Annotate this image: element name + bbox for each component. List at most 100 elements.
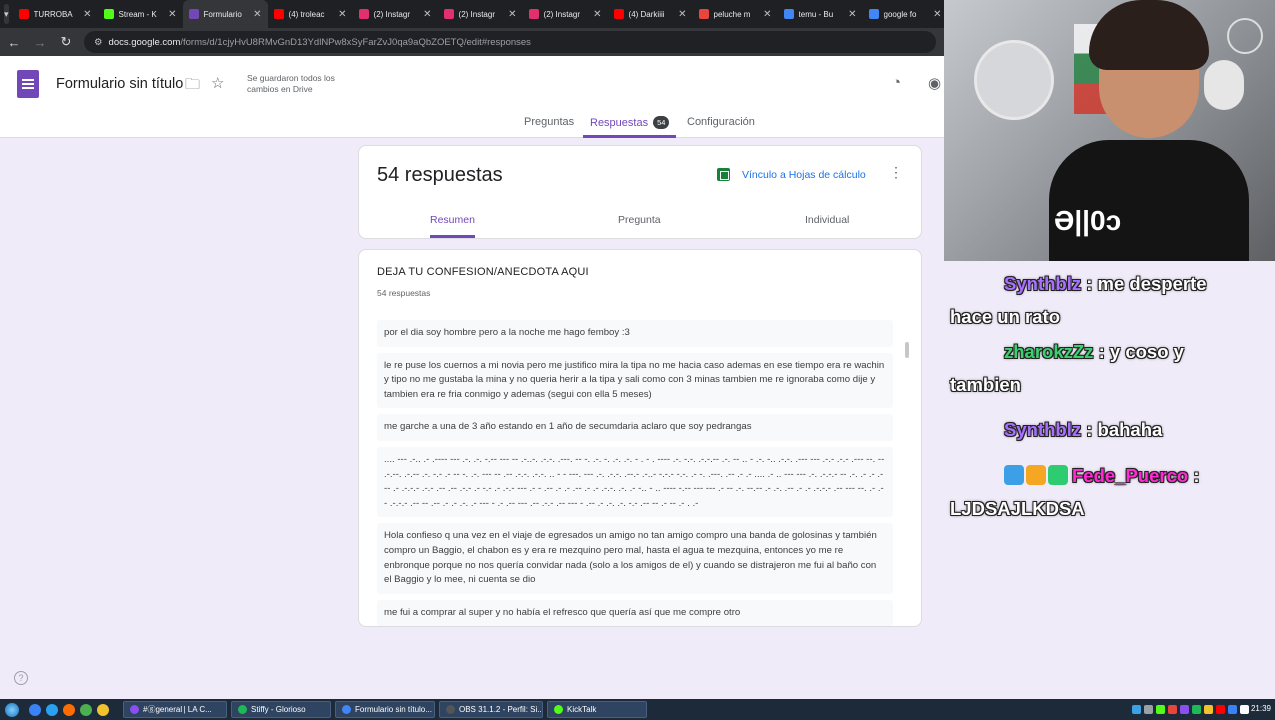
answers-list[interactable]: por el dia soy hombre pero a la noche me… — [377, 320, 893, 626]
app-icon — [446, 705, 455, 714]
tray-icon[interactable] — [1216, 705, 1225, 714]
quicklaunch-icon[interactable] — [80, 703, 92, 716]
chat-username[interactable]: zharokzZz — [1004, 341, 1093, 362]
taskbar-app-button[interactable]: KickTalk — [547, 701, 647, 718]
close-tab-icon[interactable]: ✕ — [423, 9, 431, 20]
tab-search-icon[interactable]: ▾ — [4, 4, 9, 24]
chat-message: zharokzZz : y coso y tambien — [950, 335, 1220, 401]
reload-icon[interactable]: ↻ — [54, 30, 78, 54]
close-tab-icon[interactable]: ✕ — [83, 9, 91, 20]
back-icon[interactable]: ← — [2, 30, 26, 54]
chat-username[interactable]: Synthblz — [1004, 419, 1081, 440]
forward-icon[interactable]: → — [28, 30, 52, 54]
tab-questions[interactable]: Preguntas — [524, 116, 574, 138]
browser-tab[interactable]: Formulario ✕ — [182, 0, 268, 28]
start-button[interactable] — [0, 699, 24, 720]
system-tray — [1132, 699, 1249, 720]
close-tab-icon[interactable]: ✕ — [593, 9, 601, 20]
taskbar-app-button[interactable]: #ⓖgeneral | LA C... — [123, 701, 227, 718]
url-field[interactable]: ⚙ docs.google.com/forms/d/1cjyHvU8RMvGnD… — [84, 31, 936, 53]
tab-title: (2) Instagr — [458, 9, 495, 19]
response-item: .... --- .-.. .- .---- --- .-. .-. -.-- … — [377, 446, 893, 518]
subtab-summary[interactable]: Resumen — [430, 214, 475, 238]
taskbar-app-label: OBS 31.1.2 - Perfil: Si... — [459, 705, 543, 714]
browser-tab[interactable]: peluche m ✕ — [693, 0, 778, 28]
tray-icon[interactable] — [1204, 705, 1213, 714]
tray-icon[interactable] — [1228, 705, 1237, 714]
taskbar: #ⓖgeneral | LA C... Stiffy - Glorioso Form… — [0, 699, 1275, 720]
close-tab-icon[interactable]: ✕ — [253, 9, 261, 20]
browser-tab[interactable]: google fo ✕ — [863, 0, 948, 28]
headset-image — [1204, 60, 1244, 110]
volume-icon[interactable] — [1240, 705, 1249, 714]
answers-scrollbar[interactable] — [905, 342, 909, 358]
browser-tab[interactable]: (2) Instagr ✕ — [353, 0, 438, 28]
chat-badge-icon — [1004, 465, 1024, 485]
more-options-icon[interactable]: ⋮ — [889, 164, 903, 181]
chat-text: bahaha — [1097, 419, 1163, 440]
responses-count-badge: 54 — [653, 116, 670, 129]
preview-eye-icon[interactable]: ◉ — [928, 74, 941, 92]
taskbar-app-label: Stiffy - Glorioso — [251, 705, 306, 714]
chat-separator: : — [1081, 273, 1098, 294]
tab-favicon-icon — [783, 9, 794, 19]
browser-tab[interactable]: (4) Darkiiii ✕ — [608, 0, 693, 28]
tray-icon[interactable] — [1132, 705, 1141, 714]
tray-icon[interactable] — [1168, 705, 1177, 714]
tab-title: google fo — [883, 9, 917, 19]
site-info-icon[interactable]: ⚙ — [94, 37, 103, 48]
browser-tab[interactable]: (2) Instagr ✕ — [523, 0, 608, 28]
browser-tab[interactable]: Stream - K ✕ — [98, 0, 183, 28]
close-tab-icon[interactable]: ✕ — [933, 9, 941, 20]
close-tab-icon[interactable]: ✕ — [508, 9, 516, 20]
palette-icon[interactable]: ◔ — [892, 74, 901, 91]
chat-message: Synthblz : me desperte hace un rato — [950, 267, 1220, 333]
chat-username[interactable]: Synthblz — [1004, 273, 1081, 294]
form-title[interactable]: Formulario sin título — [56, 76, 183, 92]
taskbar-app-label: KickTalk — [567, 705, 597, 714]
forms-logo-icon[interactable] — [17, 70, 39, 98]
tab-favicon-icon — [868, 9, 879, 19]
tab-title: Formulario — [203, 9, 242, 19]
tray-icon[interactable] — [1180, 705, 1189, 714]
close-tab-icon[interactable]: ✕ — [763, 9, 771, 20]
browser-tab[interactable]: TURROBA ✕ — [13, 0, 98, 28]
tab-title: TURROBA — [33, 9, 73, 19]
tray-icon[interactable] — [1144, 705, 1153, 714]
help-icon[interactable]: ? — [14, 671, 28, 685]
link-to-sheets-button[interactable]: Vínculo a Hojas de cálculo — [717, 168, 866, 181]
close-tab-icon[interactable]: ✕ — [338, 9, 346, 20]
browser-tab[interactable]: temu - Bu ✕ — [778, 0, 863, 28]
tab-responses[interactable]: Respuestas 54 — [583, 116, 677, 138]
chat-badge-icon — [1048, 465, 1068, 485]
tab-responses-label: Respuestas — [590, 117, 649, 129]
quicklaunch-icon[interactable] — [29, 703, 41, 716]
close-tab-icon[interactable]: ✕ — [168, 9, 176, 20]
taskbar-app-button[interactable]: Formulario sin título... — [335, 701, 435, 718]
app-icon — [342, 705, 351, 714]
star-icon[interactable]: ☆ — [211, 74, 224, 92]
taskbar-app-button[interactable]: OBS 31.1.2 - Perfil: Si... — [439, 701, 543, 718]
browser-tab[interactable]: (4) troleac ✕ — [268, 0, 353, 28]
tray-icon[interactable] — [1192, 705, 1201, 714]
response-item: me garche a una de 3 año estando en 1 añ… — [377, 414, 893, 441]
quicklaunch-icon[interactable] — [63, 703, 75, 716]
browser-tab[interactable]: (2) Instagr ✕ — [438, 0, 523, 28]
tab-favicon-icon — [443, 9, 454, 19]
subtab-question[interactable]: Pregunta — [618, 214, 661, 238]
chat-message: Fede_Puerco : LJDSAJLKDSA — [950, 459, 1220, 525]
responses-count-title: 54 respuestas — [377, 164, 503, 186]
close-tab-icon[interactable]: ✕ — [678, 9, 686, 20]
taskbar-app-button[interactable]: Stiffy - Glorioso — [231, 701, 331, 718]
tab-favicon-icon — [188, 9, 199, 19]
close-tab-icon[interactable]: ✕ — [848, 9, 856, 20]
tray-icon[interactable] — [1156, 705, 1165, 714]
folder-icon[interactable]: 🗀 — [185, 74, 200, 99]
tab-settings[interactable]: Configuración — [687, 116, 755, 138]
subtab-individual[interactable]: Individual — [805, 214, 849, 238]
quicklaunch-icon[interactable] — [46, 703, 58, 716]
tab-title: peluche m — [713, 9, 751, 19]
tab-title: temu - Bu — [798, 9, 834, 19]
folder-icon[interactable] — [97, 703, 109, 716]
chat-username[interactable]: Fede_Puerco — [1072, 465, 1188, 486]
